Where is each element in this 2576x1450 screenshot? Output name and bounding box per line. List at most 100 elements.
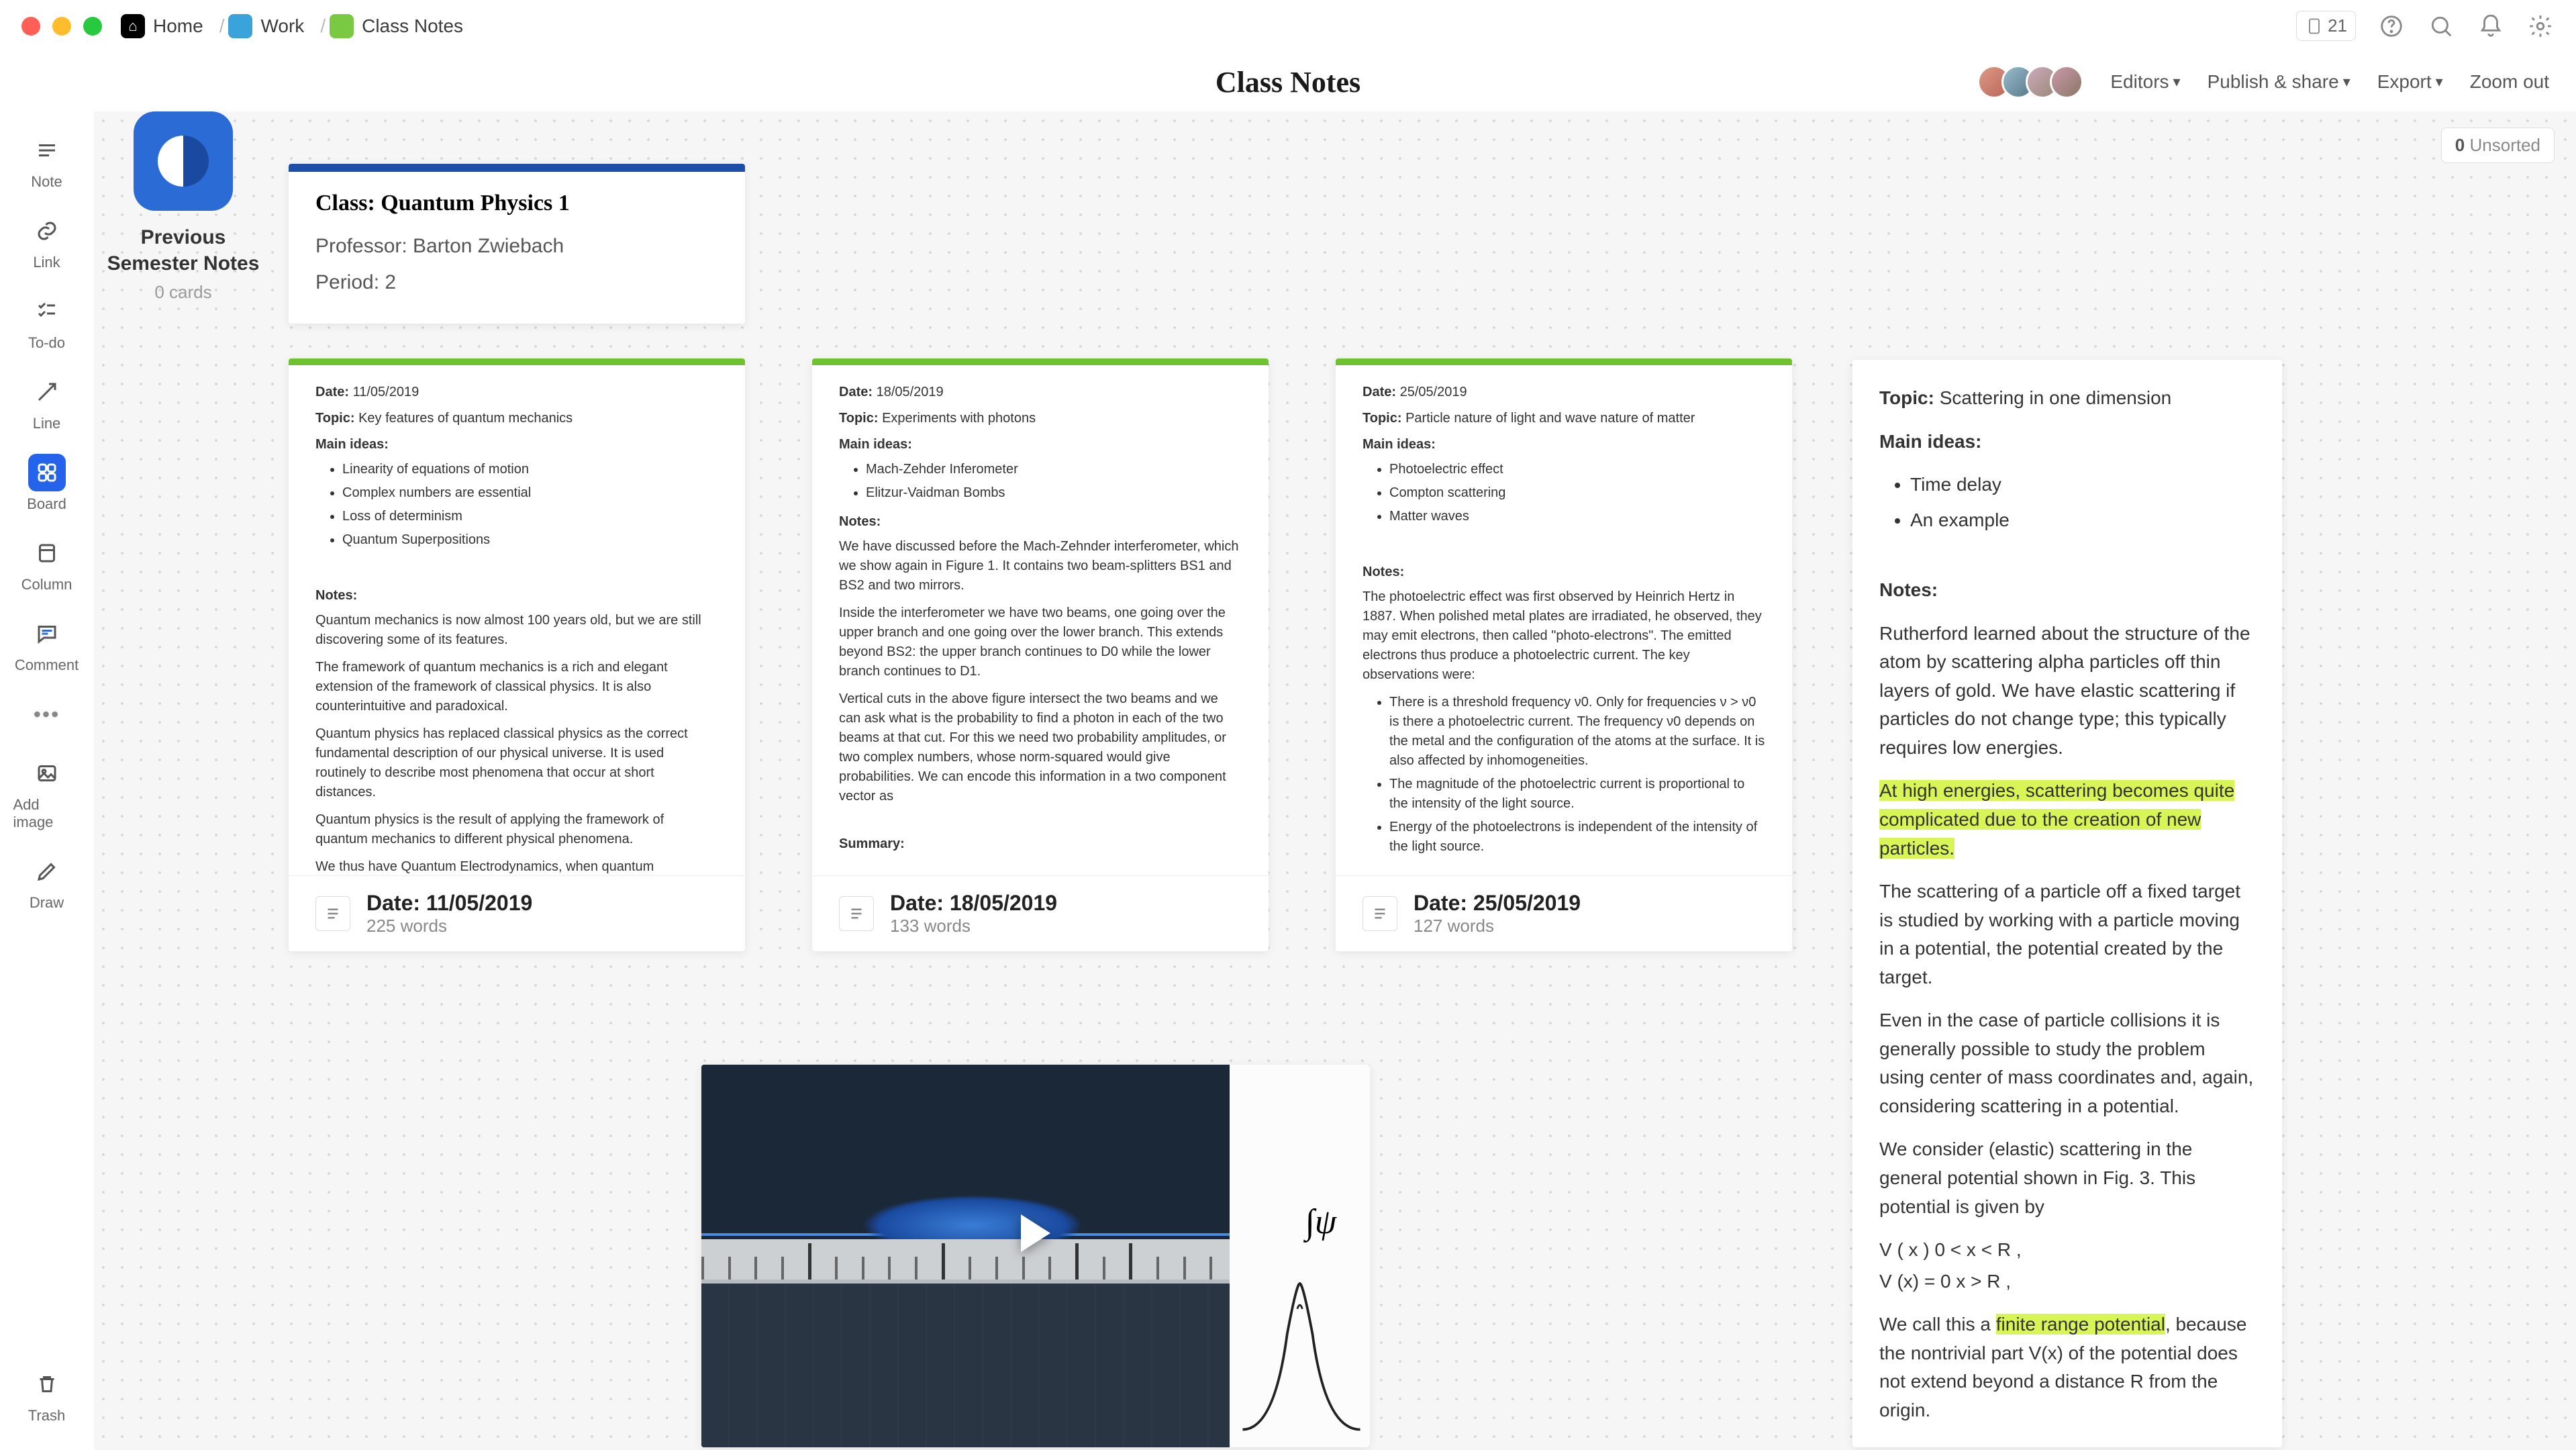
editors-dropdown[interactable]: Editors — [2110, 71, 2180, 93]
date-value: 18/05/2019 — [877, 385, 944, 399]
tool-label: Draw — [30, 894, 64, 912]
note-para: Quantum mechanics is now almost 100 year… — [315, 611, 718, 650]
note-para: We thus have Quantum Electrodynamics, wh… — [315, 857, 718, 875]
tool-label: Comment — [15, 657, 79, 674]
zoom-out-button[interactable]: Zoom out — [2470, 71, 2549, 93]
device-count[interactable]: 21 — [2296, 11, 2356, 41]
tool-column[interactable]: Column — [13, 528, 81, 600]
tool-todo[interactable]: To-do — [13, 286, 81, 358]
search-icon[interactable] — [2427, 12, 2455, 40]
tool-board[interactable]: Board — [13, 447, 81, 520]
topic-label: Topic: — [839, 411, 879, 426]
page-title: Class Notes — [1216, 65, 1360, 99]
note-card[interactable]: Date: 25/05/2019 Topic: Particle nature … — [1336, 358, 1792, 951]
tool-trash[interactable]: Trash — [13, 1359, 81, 1431]
date-value: 25/05/2019 — [1400, 385, 1467, 399]
idea-item: Complex numbers are essential — [342, 483, 718, 503]
window-controls — [21, 17, 102, 36]
note-para: The framework of quantum mechanics is a … — [315, 658, 718, 716]
tool-label: Add image — [13, 796, 81, 831]
line-icon — [28, 373, 66, 411]
topic-detail-card[interactable]: Topic: Scattering in one dimension Main … — [1852, 360, 2282, 1447]
date-label: Date: — [1363, 385, 1396, 399]
topic-label: Topic: — [315, 411, 355, 426]
tool-note[interactable]: Note — [13, 125, 81, 197]
image-icon — [28, 755, 66, 792]
collaborator-avatars[interactable] — [1977, 65, 2083, 99]
document-icon — [1363, 896, 1397, 931]
tool-add-image[interactable]: Add image — [13, 748, 81, 838]
tool-label: Line — [33, 415, 61, 432]
device-count-value: 21 — [2328, 15, 2347, 36]
unsorted-pill[interactable]: 0 Unsorted — [2441, 128, 2555, 163]
export-dropdown[interactable]: Export — [2377, 71, 2443, 93]
document-icon — [315, 896, 350, 931]
topic-para: We call this a finite range potential, b… — [1879, 1310, 2255, 1424]
ruler — [701, 1239, 1236, 1279]
note-footer: Date: 11/05/2019 225 words — [289, 875, 745, 951]
idea-item: Matter waves — [1389, 507, 1765, 526]
notes-bullets: There is a threshold frequency ν0. Only … — [1389, 693, 1765, 857]
tool-line[interactable]: Line — [13, 367, 81, 439]
notes-label: Notes: — [315, 586, 718, 606]
note-body: Date: 25/05/2019 Topic: Particle nature … — [1336, 365, 1792, 875]
maximize-window[interactable] — [83, 17, 102, 36]
gear-icon[interactable] — [2526, 12, 2555, 40]
footer-words: 127 words — [1414, 916, 1581, 936]
tool-link[interactable]: Link — [13, 205, 81, 278]
class-header-card[interactable]: Class: Quantum Physics 1 Professor: Bart… — [289, 164, 745, 324]
play-icon[interactable] — [1021, 1214, 1050, 1252]
app-icon — [134, 111, 233, 211]
topic-value: Experiments with photons — [882, 411, 1036, 426]
notes-label: Notes: — [839, 512, 1242, 532]
footer-date: Date: 25/05/2019 — [1414, 891, 1581, 916]
tool-draw[interactable]: Draw — [13, 846, 81, 918]
topic-para: We consider (elastic) scattering in the … — [1879, 1135, 2255, 1221]
footer-date: Date: 18/05/2019 — [890, 891, 1057, 916]
highlighted-text: At high energies, scattering becomes qui… — [1879, 780, 2234, 858]
bullet-item: Energy of the photoelectrons is independ… — [1389, 818, 1765, 857]
note-para: Inside the interferometer we have two be… — [839, 603, 1242, 681]
tool-more[interactable]: ••• — [13, 689, 81, 740]
class-period: Period: 2 — [315, 264, 718, 301]
idea-item: Linearity of equations of motion — [342, 460, 718, 479]
close-window[interactable] — [21, 17, 40, 36]
idea-item: Mach-Zehder Inferometer — [866, 460, 1242, 479]
breadcrumb-notes[interactable]: Class Notes — [330, 14, 463, 38]
tool-palette: Note Link To-do Line Board Column Commen… — [0, 111, 94, 1450]
bullet-item: There is a threshold frequency ν0. Only … — [1389, 693, 1765, 771]
minimize-window[interactable] — [52, 17, 71, 36]
trash-icon — [28, 1365, 66, 1403]
note-card[interactable]: Date: 18/05/2019 Topic: Experiments with… — [812, 358, 1269, 951]
breadcrumb-work[interactable]: Work — [228, 14, 304, 38]
equation: V (x) = 0 x > R , — [1879, 1267, 2255, 1296]
note-card[interactable]: Date: 11/05/2019 Topic: Key features of … — [289, 358, 745, 951]
tablet-icon — [2305, 17, 2324, 36]
breadcrumb-home[interactable]: ⌂ Home — [121, 14, 203, 38]
topic-para: The scattering of a particle off a fixed… — [1879, 877, 2255, 992]
comment-icon — [28, 615, 66, 652]
bell-icon[interactable] — [2477, 12, 2505, 40]
breadcrumb-label: Class Notes — [362, 15, 463, 37]
workspace: Note Link To-do Line Board Column Commen… — [0, 111, 2576, 1450]
ideas-list: Mach-Zehder Inferometer Elitzur-Vaidman … — [866, 460, 1242, 503]
ideas-list: Time delay An example — [1910, 471, 2255, 534]
canvas[interactable]: 0 Unsorted Class: Quantum Physics 1 Prof… — [94, 111, 2576, 1450]
note-para: The photoelectric effect was first obser… — [1363, 587, 1765, 685]
breadcrumb-sep: / — [219, 15, 225, 37]
help-icon[interactable] — [2377, 12, 2406, 40]
note-body: Date: 11/05/2019 Topic: Key features of … — [289, 365, 745, 875]
equation: V ( x ) 0 < x < R , — [1879, 1236, 2255, 1265]
video-card[interactable]: ∫ψ — [701, 1065, 1370, 1447]
ideas-label: Main ideas: — [315, 435, 718, 454]
publish-dropdown[interactable]: Publish & share — [2208, 71, 2350, 93]
note-para: Quantum physics is the result of applyin… — [315, 810, 718, 849]
note-para: We have discussed before the Mach-Zehnde… — [839, 537, 1242, 595]
folder-icon — [228, 14, 252, 38]
notes-label: Notes: — [1363, 563, 1765, 582]
tool-comment[interactable]: Comment — [13, 608, 81, 681]
idea-item: Loss of determinism — [342, 507, 718, 526]
board-link-card[interactable]: Previous Semester Notes 0 cards — [94, 111, 273, 303]
note-para: Quantum physics has replaced classical p… — [315, 724, 718, 802]
idea-item: Time delay — [1910, 471, 2255, 499]
